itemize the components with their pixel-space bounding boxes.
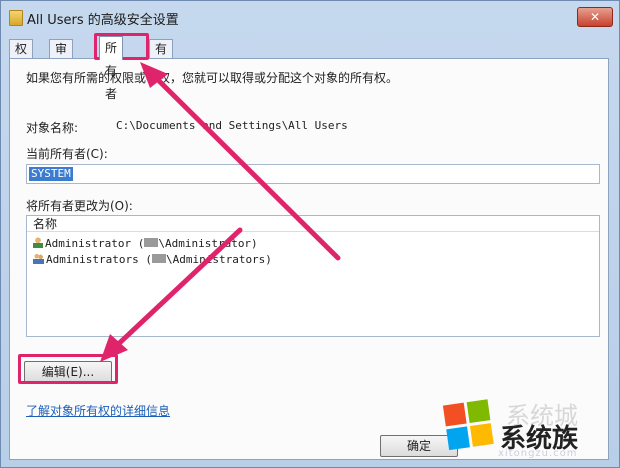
tab-owner[interactable]: 所有者 [99, 36, 124, 101]
watermark-url: xitongzu.com [498, 448, 578, 459]
arrow-to-edit-button [109, 227, 243, 353]
arrow-to-owner-tab [147, 69, 341, 261]
watermark: 系统城 系统族 xitongzu.com [442, 394, 612, 460]
windows-logo-icon [442, 399, 497, 453]
